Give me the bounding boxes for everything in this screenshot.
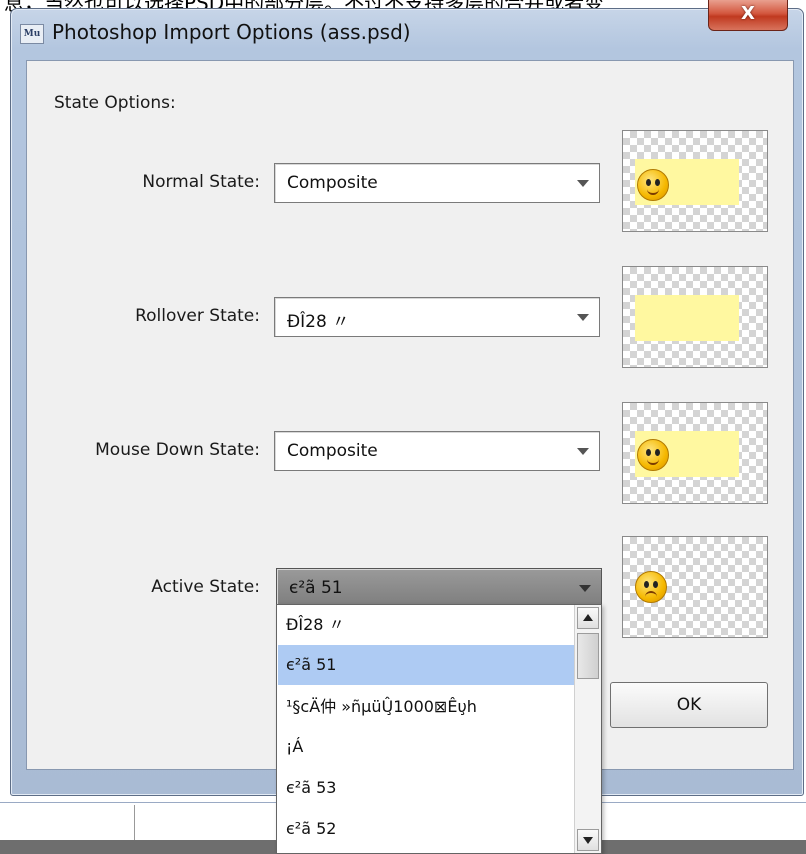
window-title: Photoshop Import Options (ass.psd)	[52, 20, 411, 44]
rollover-state-select[interactable]: ÐÎ28 〃	[274, 297, 600, 337]
active-state-select[interactable]: є²ã 51	[276, 568, 602, 608]
state-options-heading: State Options:	[54, 93, 176, 113]
scroll-up-arrow-icon[interactable]	[577, 607, 599, 629]
dropdown-option[interactable]: є²ã 53	[278, 768, 574, 808]
eye	[653, 581, 658, 588]
scroll-down-arrow-icon[interactable]	[577, 829, 599, 851]
dropdown-option[interactable]: ¹§cÄ仲 »ñμüÛ̧1000⊠Êυ̧h	[278, 687, 574, 727]
active-state-preview	[622, 536, 768, 638]
dropdown-option[interactable]: ÐÎ28 〃	[278, 605, 574, 645]
dropdown-option[interactable]: є²ã 52	[278, 809, 574, 849]
eye	[655, 179, 660, 186]
chevron-down-icon	[579, 585, 591, 592]
ok-button[interactable]: OK	[610, 682, 768, 728]
mouth	[647, 459, 659, 465]
active-state-dropdown-list[interactable]: ÐÎ28 〃 є²ã 51 ¹§cÄ仲 »ñμüÛ̧1000⊠Êυ̧h ¡Á є…	[276, 604, 602, 854]
chevron-down-icon	[577, 314, 589, 321]
active-state-value: є²ã 51	[289, 578, 343, 598]
normal-state-select[interactable]: Composite	[274, 163, 600, 203]
muse-app-icon: Mu	[20, 24, 44, 44]
mouse-down-state-label: Mouse Down State:	[95, 440, 260, 460]
smiley-icon	[637, 439, 669, 471]
crying-smiley-icon	[635, 571, 667, 603]
scroll-thumb[interactable]	[577, 633, 599, 679]
mouse-down-state-value: Composite	[287, 441, 378, 461]
normal-state-preview	[622, 130, 768, 232]
eye	[646, 179, 651, 186]
rollover-state-label: Rollover State:	[135, 306, 260, 326]
mouth	[647, 189, 659, 195]
normal-state-label: Normal State:	[142, 172, 260, 192]
eye	[655, 449, 660, 456]
mouse-down-state-preview	[622, 402, 768, 504]
mouse-down-state-select[interactable]: Composite	[274, 431, 600, 471]
eye	[646, 449, 651, 456]
dropdown-scrollbar[interactable]	[574, 605, 601, 853]
chevron-down-icon	[577, 448, 589, 455]
rollover-state-preview	[622, 266, 768, 368]
preview-fill	[635, 295, 739, 341]
rollover-state-value: ÐÎ28 〃	[287, 312, 350, 332]
mouth	[645, 591, 657, 597]
eye	[644, 581, 649, 588]
dropdown-option[interactable]: ¡Á	[278, 727, 574, 767]
normal-state-value: Composite	[287, 173, 378, 193]
close-button[interactable]: X	[708, 0, 788, 31]
active-state-label: Active State:	[151, 577, 260, 597]
chevron-down-icon	[577, 180, 589, 187]
dropdown-option-selected[interactable]: є²ã 51	[278, 645, 574, 685]
smiley-icon	[637, 169, 669, 201]
